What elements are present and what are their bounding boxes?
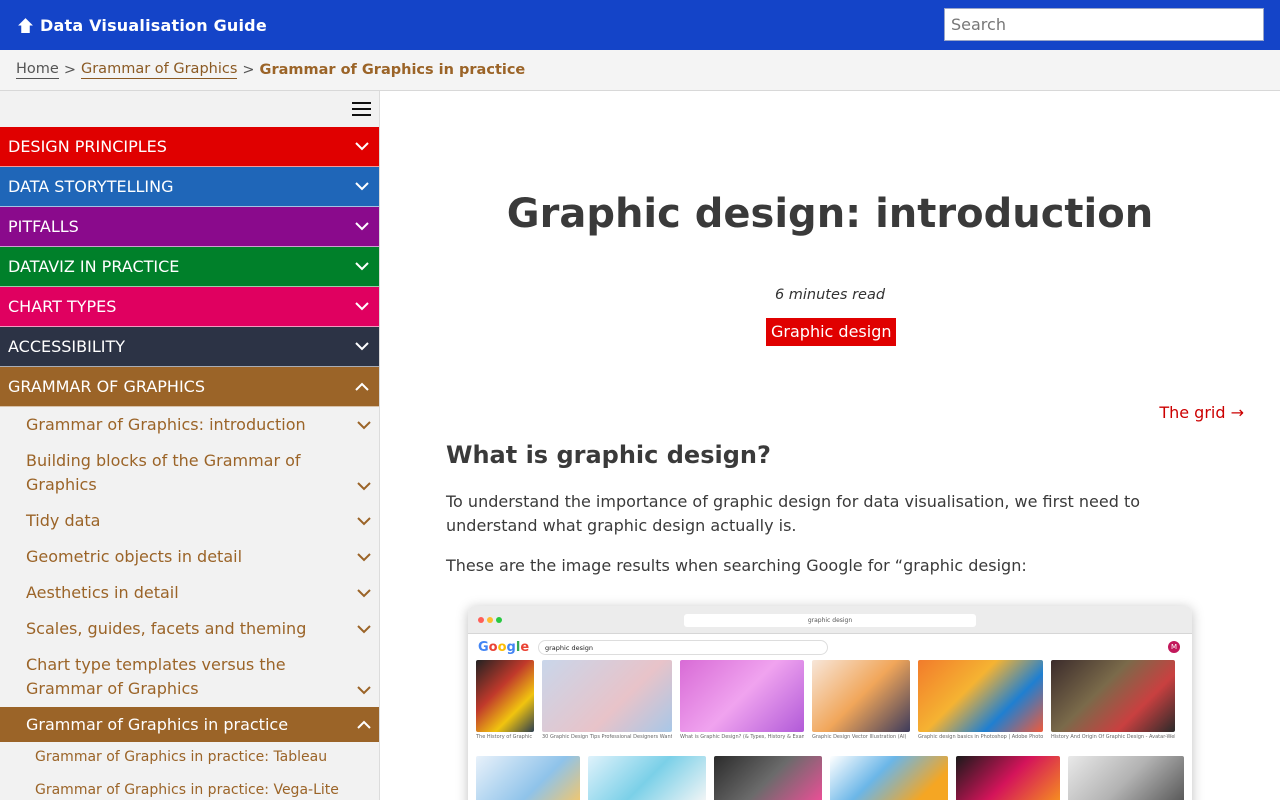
result-caption: Graphic Design Vector Illustration (AI): [812, 734, 907, 740]
top-bar: Data Visualisation Guide: [0, 0, 1280, 50]
chevron-down-icon[interactable]: [355, 142, 369, 151]
result-image: [476, 756, 580, 800]
sidebar-category-dataviz-in-practice[interactable]: DATAVIZ IN PRACTICE: [0, 247, 379, 287]
sidebar-item-label: Scales, guides, facets and theming: [26, 619, 307, 638]
sidebar-item-label: Tidy data: [26, 511, 101, 530]
category-label: GRAMMAR OF GRAPHICS: [8, 377, 205, 396]
google-search-box: graphic design: [538, 640, 828, 655]
result-image: [956, 756, 1060, 800]
sidebar-item-label: Grammar of Graphics in practice: [26, 714, 289, 734]
result-image: [830, 756, 948, 800]
sidebar-item-scales-guides[interactable]: Scales, guides, facets and theming: [0, 611, 379, 647]
maximize-dot-icon: [496, 617, 502, 623]
sidebar-item-label: Grammar of Graphics: introduction: [26, 415, 306, 434]
paragraph: These are the image results when searchi…: [446, 556, 1027, 575]
result-image: [812, 660, 910, 732]
category-label: DATA STORYTELLING: [8, 177, 174, 196]
result-image: [918, 660, 1043, 732]
result-captions: The History of Graphic Design 30 Graphic…: [468, 732, 1192, 756]
google-results-screenshot: graphic design Google graphic design M T…: [468, 606, 1192, 800]
chevron-down-icon[interactable]: [357, 552, 371, 562]
chevron-down-icon[interactable]: [355, 222, 369, 231]
category-label: DESIGN PRINCIPLES: [8, 137, 167, 156]
sidebar-item-label: Geometric objects in detail: [26, 547, 243, 566]
address-bar: graphic design: [684, 614, 976, 627]
search-input[interactable]: [944, 8, 1264, 41]
section-heading: What is graphic design?: [446, 441, 771, 469]
result-caption: The History of Graphic Design: [476, 734, 534, 740]
result-caption: Graphic design basics in Photoshop | Ado…: [918, 734, 1043, 740]
chevron-down-icon[interactable]: [355, 342, 369, 351]
sidebar-item-tidy-data[interactable]: Tidy data: [0, 503, 379, 539]
result-caption: 30 Graphic Design Tips Professional Desi…: [542, 734, 672, 740]
chevron-down-icon[interactable]: [355, 302, 369, 311]
chevron-down-icon[interactable]: [357, 588, 371, 598]
sidebar-item-label: Aesthetics in detail: [26, 583, 179, 602]
page-title: Graphic design: introduction: [506, 191, 1154, 237]
category-label: PITFALLS: [8, 217, 79, 236]
result-caption: What is Graphic Design? (& Types, Histor…: [680, 734, 804, 740]
chevron-down-icon[interactable]: [357, 420, 371, 430]
sidebar-item-geometric-objects[interactable]: Geometric objects in detail: [0, 539, 379, 575]
minimize-dot-icon: [487, 617, 493, 623]
sidebar: DESIGN PRINCIPLES DATA STORYTELLING PITF…: [0, 91, 380, 800]
chevron-down-icon[interactable]: [357, 686, 371, 695]
sidebar-category-pitfalls[interactable]: PITFALLS: [0, 207, 379, 247]
image-results-row: [468, 660, 1192, 732]
result-caption: History And Origin Of Graphic Design - A…: [1051, 734, 1175, 740]
sidebar-category-data-storytelling[interactable]: DATA STORYTELLING: [0, 167, 379, 207]
category-tag[interactable]: Graphic design: [766, 318, 897, 346]
main-content: Graphic design: introduction 6 minutes r…: [380, 91, 1280, 800]
site-title[interactable]: Data Visualisation Guide: [40, 16, 267, 35]
category-label: CHART TYPES: [8, 297, 117, 316]
sidebar-category-chart-types[interactable]: CHART TYPES: [0, 287, 379, 327]
sidebar-category-grammar-of-graphics[interactable]: GRAMMAR OF GRAPHICS: [0, 367, 379, 407]
result-image: [1068, 756, 1184, 800]
sidebar-category-design-principles[interactable]: DESIGN PRINCIPLES: [0, 127, 379, 167]
result-image: [714, 756, 822, 800]
sidebar-item-gog-vega-lite[interactable]: Grammar of Graphics in practice: Vega-Li…: [0, 774, 379, 800]
breadcrumb-grammar-link[interactable]: Grammar of Graphics: [80, 61, 238, 79]
sidebar-category-accessibility[interactable]: ACCESSIBILITY: [0, 327, 379, 367]
read-time: 6 minutes read: [774, 287, 886, 303]
sidebar-item-gog-introduction[interactable]: Grammar of Graphics: introduction: [0, 407, 379, 443]
sidebar-item-aesthetics[interactable]: Aesthetics in detail: [0, 575, 379, 611]
hamburger-icon[interactable]: [352, 102, 371, 116]
google-logo: Google: [478, 640, 530, 655]
breadcrumb-home-link[interactable]: Home: [16, 61, 59, 79]
breadcrumb-current: Grammar of Graphics in practice: [259, 62, 526, 78]
google-bar: Google graphic design M: [468, 634, 1192, 660]
result-image: [542, 660, 672, 732]
chevron-down-icon[interactable]: [355, 262, 369, 271]
breadcrumb-separator: >: [242, 62, 255, 78]
next-page-link[interactable]: The grid →: [1159, 403, 1244, 422]
result-image: [476, 660, 534, 732]
browser-chrome: graphic design: [468, 606, 1192, 634]
category-label: ACCESSIBILITY: [8, 337, 126, 356]
result-image: [588, 756, 706, 800]
chevron-up-icon[interactable]: [355, 382, 369, 391]
result-image: [680, 660, 804, 732]
sidebar-item-chart-templates[interactable]: Chart type templates versus the Grammar …: [0, 647, 379, 707]
chevron-down-icon[interactable]: [355, 182, 369, 191]
chevron-up-icon[interactable]: [357, 720, 371, 729]
category-label: DATAVIZ IN PRACTICE: [8, 257, 180, 276]
breadcrumb: Home > Grammar of Graphics > Grammar of …: [0, 50, 1280, 91]
menu-toggle[interactable]: [0, 91, 379, 127]
avatar: M: [1168, 641, 1180, 653]
chevron-down-icon[interactable]: [357, 482, 371, 491]
close-dot-icon: [478, 617, 484, 623]
sidebar-item-label: Building blocks of the Grammar of Graphi…: [26, 451, 301, 494]
result-image: [1051, 660, 1175, 732]
sidebar-item-gog-tableau[interactable]: Grammar of Graphics in practice: Tableau: [0, 742, 379, 774]
chevron-down-icon[interactable]: [357, 624, 371, 634]
breadcrumb-separator: >: [63, 62, 76, 78]
paragraph: To understand the importance of graphic …: [446, 492, 1141, 535]
sidebar-item-building-blocks[interactable]: Building blocks of the Grammar of Graphi…: [0, 443, 379, 503]
chevron-down-icon[interactable]: [357, 516, 371, 526]
home-icon[interactable]: [17, 17, 34, 34]
image-results-row: [468, 756, 1192, 800]
sidebar-item-gog-in-practice[interactable]: Grammar of Graphics in practice: [0, 707, 379, 742]
sidebar-item-label: Chart type templates versus the Grammar …: [26, 655, 286, 698]
